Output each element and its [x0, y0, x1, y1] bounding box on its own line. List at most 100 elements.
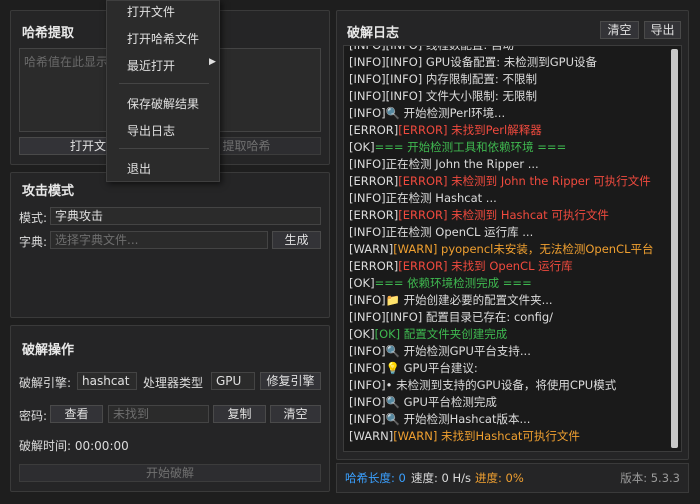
log-line-prefix: [INFO] [349, 412, 386, 426]
clear-password-button[interactable]: 清空 [270, 405, 321, 423]
log-line: [INFO]• 未检测到支持的GPU设备，将使用CPU模式 [349, 377, 667, 394]
log-line-prefix: [OK] [349, 327, 375, 341]
log-line: [ERROR][ERROR] 未找到Perl解释器 [349, 122, 667, 139]
log-line-text: === 依赖环境检测完成 === [374, 276, 532, 290]
log-line-text: [INFO] 配置目录已存在: config/ [385, 310, 554, 324]
processor-label: 处理器类型 [143, 376, 204, 390]
version-status: 版本: 5.3.3 [620, 471, 680, 485]
log-line: [INFO]🔍 GPU平台检测完成 [349, 394, 667, 411]
log-line-prefix: [OK] [349, 276, 375, 290]
log-line: [INFO]🔍 开始检测Perl环境... [349, 105, 667, 122]
log-line-text: [ERROR] 未找到Perl解释器 [398, 123, 542, 137]
menu-open-file[interactable]: 打开文件 [127, 3, 175, 20]
view-password-button[interactable]: 查看 [50, 405, 103, 423]
log-line-prefix: [INFO] [349, 395, 386, 409]
log-line: [INFO]💡 GPU平台建议: [349, 360, 667, 377]
log-line-prefix: [INFO] [349, 293, 386, 307]
log-line-text: [ERROR] 未找到 OpenCL 运行库 [398, 259, 573, 273]
log-view[interactable]: [INFO][INFO] 线程数配置: 自动 [INFO][INFO] GPU设备… [343, 45, 682, 452]
submenu-arrow-icon: ▶ [209, 57, 216, 67]
log-line: [WARN][WARN] pyopencl未安装，无法检测OpenCL平台 [349, 241, 667, 258]
file-menu: 打开文件 打开哈希文件 最近打开 ▶ 保存破解结果 导出日志 退出 [106, 0, 220, 182]
log-line-prefix: [INFO] [349, 45, 386, 52]
log-lines: [INFO][INFO] 线程数配置: 自动 [INFO][INFO] GPU设备… [349, 45, 667, 445]
log-line: [ERROR][ERROR] 未检测到 Hashcat 可执行文件 [349, 207, 667, 224]
log-line-prefix: [INFO] [349, 225, 386, 239]
log-line: [INFO]正在检测 John the Ripper ... [349, 156, 667, 173]
log-line-prefix: [INFO] [349, 191, 386, 205]
menu-separator [119, 148, 209, 149]
log-line: [OK]=== 依赖环境检测完成 === [349, 275, 667, 292]
log-line-prefix: [INFO] [349, 72, 386, 86]
crack-panel-title: 破解操作 [22, 343, 75, 358]
log-clear-button[interactable]: 清空 [600, 21, 639, 39]
hash-length-status: 哈希长度: 0 [345, 471, 406, 485]
log-scroll-thumb[interactable] [671, 49, 678, 448]
copy-password-button[interactable]: 复制 [213, 405, 266, 423]
log-line: [INFO][INFO] 配置目录已存在: config/ [349, 309, 667, 326]
log-line-prefix: [INFO] [349, 55, 386, 69]
log-line-text: • 未检测到支持的GPU设备，将使用CPU模式 [385, 378, 617, 392]
log-line-text: 正在检测 Hashcat ... [385, 191, 497, 205]
log-line-text: 📁 开始创建必要的配置文件夹... [385, 293, 553, 307]
log-line-prefix: [OK] [349, 140, 375, 154]
log-line: [ERROR][ERROR] 未找到 OpenCL 运行库 [349, 258, 667, 275]
log-line-text: === 开始检测工具和依赖环境 === [374, 140, 567, 154]
log-line-prefix: [INFO] [349, 157, 386, 171]
log-line-text: [ERROR] 未检测到 John the Ripper 可执行文件 [398, 174, 651, 188]
menu-exit[interactable]: 退出 [127, 160, 151, 177]
log-line-text: [INFO] 线程数配置: 自动 [385, 45, 514, 52]
log-line-prefix: [INFO] [349, 344, 386, 358]
log-line: [INFO][INFO] 内存限制配置: 不限制 [349, 71, 667, 88]
mode-select[interactable]: 字典攻击 [50, 207, 321, 225]
log-line-text: 🔍 开始检测Hashcat版本... [385, 412, 531, 426]
start-crack-button[interactable]: 开始破解 [19, 464, 321, 482]
log-line-prefix: [INFO] [349, 106, 386, 120]
crack-time-label: 破解时间: 00:00:00 [19, 439, 129, 453]
menu-open-hash-file[interactable]: 打开哈希文件 [127, 30, 199, 47]
log-line-text: 💡 GPU平台建议: [385, 361, 478, 375]
dict-file-input[interactable]: 选择字典文件... [50, 231, 268, 249]
log-line: [INFO]正在检测 OpenCL 运行库 ... [349, 224, 667, 241]
log-line-text: 🔍 开始检测GPU平台支持... [385, 344, 531, 358]
dict-label: 字典: [19, 235, 48, 249]
log-line: [INFO]🔍 开始检测Hashcat版本... [349, 411, 667, 428]
engine-label: 破解引擎: [19, 376, 72, 390]
log-line: [OK]=== 开始检测工具和依赖环境 === [349, 139, 667, 156]
log-line: [INFO][INFO] 线程数配置: 自动 [349, 45, 667, 54]
log-line: [WARN][WARN] 未找到Hashcat可执行文件 [349, 428, 667, 445]
log-line-prefix: [WARN] [349, 429, 394, 443]
processor-select[interactable]: GPU [211, 372, 255, 390]
log-line-prefix: [INFO] [349, 378, 386, 392]
log-line-prefix: [ERROR] [349, 259, 399, 273]
log-line: [INFO]正在检测 Hashcat ... [349, 190, 667, 207]
log-line: [INFO][INFO] 文件大小限制: 无限制 [349, 88, 667, 105]
hash-extract-title: 哈希提取 [22, 26, 75, 41]
engine-select[interactable]: hashcat [77, 372, 137, 390]
log-line-text: [INFO] 文件大小限制: 无限制 [385, 89, 537, 103]
log-line-prefix: [INFO] [349, 361, 386, 375]
log-line-text: 正在检测 OpenCL 运行库 ... [385, 225, 534, 239]
menu-recent-open[interactable]: 最近打开 [127, 57, 175, 74]
log-line-text: [INFO] 内存限制配置: 不限制 [385, 72, 537, 86]
log-line-text: [ERROR] 未检测到 Hashcat 可执行文件 [398, 208, 609, 222]
log-line: [INFO]🔍 开始检测GPU平台支持... [349, 343, 667, 360]
mode-label: 模式: [19, 211, 48, 225]
log-line-text: 🔍 开始检测Perl环境... [385, 106, 506, 120]
menu-save-result[interactable]: 保存破解结果 [127, 95, 199, 112]
log-export-button[interactable]: 导出 [644, 21, 681, 39]
log-line-prefix: [ERROR] [349, 208, 399, 222]
generate-button[interactable]: 生成 [272, 231, 321, 249]
log-line-prefix: [ERROR] [349, 174, 399, 188]
speed-status: 速度: 0 H/s [411, 471, 472, 485]
fix-engine-button[interactable]: 修复引擎 [260, 372, 321, 390]
status-bar: 哈希长度: 0 速度: 0 H/s 进度: 0% 版本: 5.3.3 [336, 463, 689, 493]
log-line-text: 正在检测 John the Ripper ... [385, 157, 539, 171]
log-line-text: [WARN] 未找到Hashcat可执行文件 [393, 429, 580, 443]
log-line-text: [WARN] pyopencl未安装，无法检测OpenCL平台 [393, 242, 654, 256]
log-scrollbar[interactable] [670, 47, 680, 450]
password-output[interactable]: 未找到 [108, 405, 209, 423]
menu-export-log[interactable]: 导出日志 [127, 122, 175, 139]
log-line: [OK][OK] 配置文件夹创建完成 [349, 326, 667, 343]
log-line: [INFO]📁 开始创建必要的配置文件夹... [349, 292, 667, 309]
